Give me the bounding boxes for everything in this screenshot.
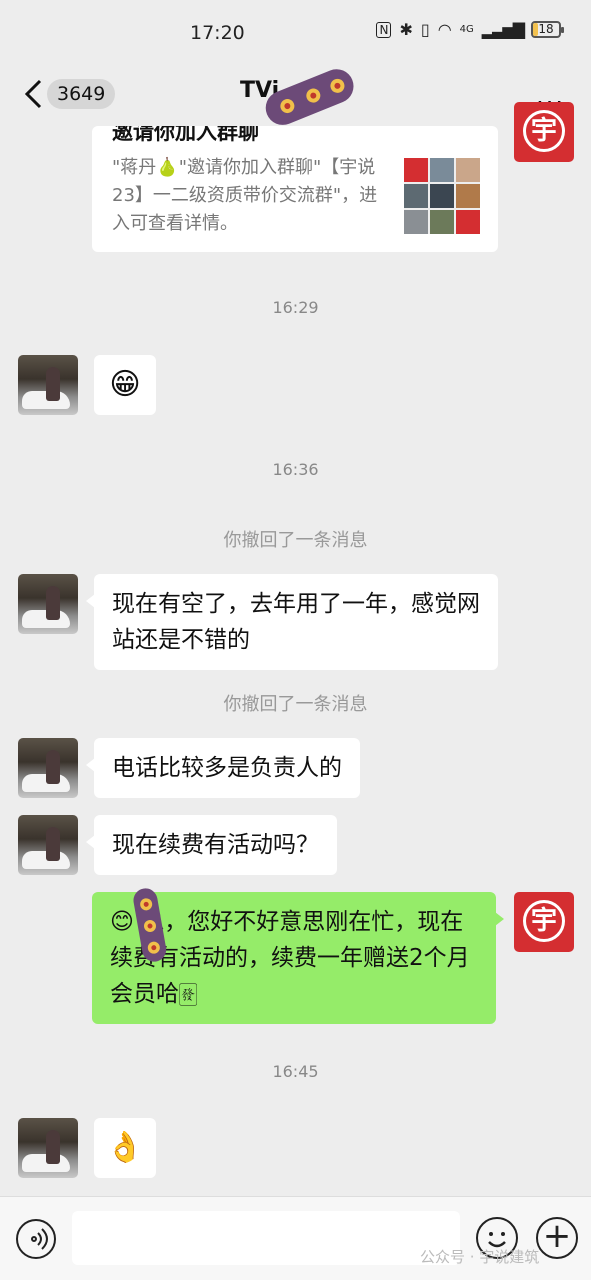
self-avatar[interactable]: 宇	[514, 892, 574, 952]
voice-input-icon[interactable]	[16, 1219, 56, 1259]
contact-avatar[interactable]	[18, 1118, 78, 1178]
privacy-sticker	[265, 69, 354, 125]
network-label: 4G	[459, 24, 474, 35]
contact-avatar[interactable]	[18, 815, 78, 875]
logo-char: 宇	[523, 900, 565, 942]
vibrate-icon: ▯	[420, 20, 430, 39]
card-description: "蒋丹🍐"邀请你加入群聊"【宇说23】一二级资质带价交流群"，进入可查看详情。	[112, 157, 378, 234]
group-avatar-grid	[404, 158, 480, 234]
logo-char: 宇	[523, 110, 565, 152]
watermark: 公众号 · 宇说建筑	[420, 1248, 540, 1266]
self-avatar[interactable]: 宇	[514, 102, 574, 162]
message-bubble: 现在续费有活动吗？	[86, 815, 337, 875]
message-bubble: 电话比较多是负责人的	[86, 738, 360, 798]
back-icon[interactable]	[22, 78, 46, 110]
battery-icon: 18	[531, 21, 564, 38]
recall-note: 你撤回了一条消息	[223, 530, 368, 551]
recall-note: 你撤回了一条消息	[223, 694, 368, 715]
message-input[interactable]	[72, 1211, 460, 1265]
battery-label: 18	[538, 22, 554, 36]
timestamp: 16:29	[272, 298, 319, 317]
more-icon[interactable]: ...	[536, 84, 565, 108]
status-icons: N ✱ ▯ ◠ 4G ▂▃▅▇ 18	[376, 20, 564, 39]
more-actions-button[interactable]: +	[536, 1217, 578, 1259]
card-title: 邀请你加入群聊	[112, 126, 259, 144]
group-invite-card[interactable]: 邀请你加入群聊 "蒋丹🍐"邀请你加入群聊"【宇说23】一二级资质带价交流群"，进…	[92, 126, 498, 252]
bluetooth-icon: ✱	[399, 20, 413, 39]
emoji-message: 😁	[94, 355, 156, 415]
wifi-icon: ◠	[437, 20, 452, 39]
contact-avatar[interactable]	[18, 738, 78, 798]
emoji-message: 👌	[94, 1118, 156, 1178]
unread-count-badge[interactable]: 3649	[47, 79, 116, 109]
status-bar: 17:20 N ✱ ▯ ◠ 4G ▂▃▅▇ 18	[0, 0, 591, 62]
contact-avatar[interactable]	[18, 355, 78, 415]
timestamp: 16:36	[272, 460, 319, 479]
input-bar: +	[0, 1196, 591, 1280]
battery-fill	[533, 23, 538, 36]
nfc-icon: N	[376, 21, 392, 38]
timestamp: 16:45	[272, 1062, 319, 1081]
signal-icon: ▂▃▅▇	[481, 20, 525, 39]
status-time: 17:20	[190, 22, 245, 44]
message-bubble: 现在有空了，去年用了一年，感觉网站还是不错的	[86, 574, 498, 670]
contact-avatar[interactable]	[18, 574, 78, 634]
privacy-sticker	[133, 888, 167, 962]
